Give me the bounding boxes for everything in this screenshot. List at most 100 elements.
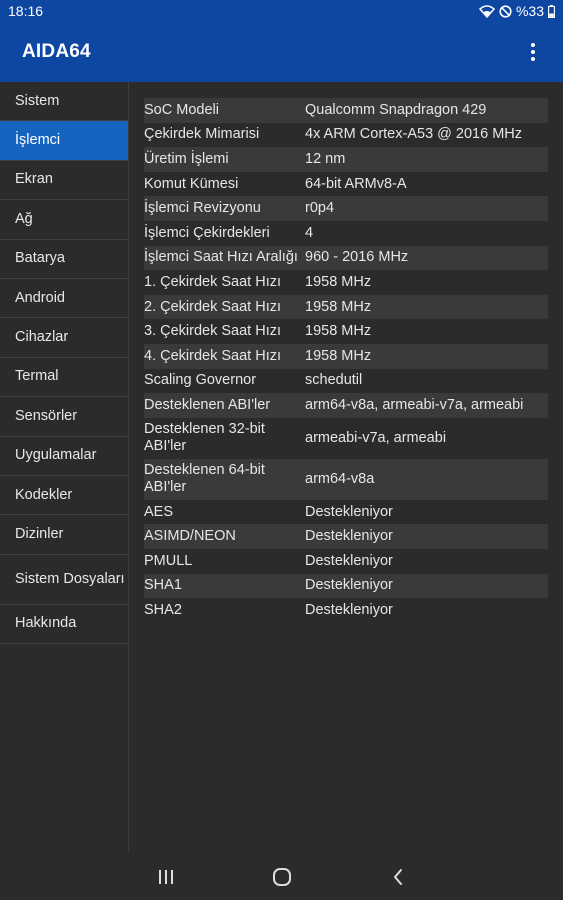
sidebar-item[interactable]: Sensörler — [0, 397, 128, 437]
recents-icon[interactable] — [154, 865, 178, 889]
property-value: 1958 MHz — [305, 298, 372, 315]
property-value: Destekleniyor — [305, 552, 393, 569]
property-row: Desteklenen 32-bit ABI'ler armeabi-v7a, a… — [144, 418, 548, 459]
property-value: arm64-v8a — [305, 470, 375, 487]
sidebar-item-label: Termal — [15, 368, 59, 385]
sidebar-item[interactable]: İşlemci — [0, 121, 128, 161]
property-value: Destekleniyor — [305, 503, 393, 520]
sidebar-item[interactable]: Ekran — [0, 161, 128, 201]
do-not-disturb-icon — [499, 4, 512, 18]
property-key: İşlemci Revizyonu — [144, 200, 261, 217]
property-row: İşlemci Saat Hızı Aralığı 960 - 2016 MHz — [144, 245, 548, 271]
property-key: Desteklenen 32-bit ABI'ler — [144, 421, 265, 455]
property-row: İşlemci Çekirdekleri 4 — [144, 221, 548, 246]
property-value: 1958 MHz — [305, 323, 372, 340]
app-bar: AIDA64 — [0, 22, 563, 82]
sidebar-item[interactable]: Cihazlar — [0, 318, 128, 358]
sidebar-item[interactable]: Uygulamalar — [0, 437, 128, 476]
property-row: 3. Çekirdek Saat Hızı 1958 MHz — [144, 319, 548, 344]
property-row: SoC Modeli Qualcomm Snapdragon 429 — [144, 98, 548, 123]
main-content: SoC Modeli Qualcomm Snapdragon 429 Çekirde… — [130, 82, 563, 853]
app-title: AIDA64 — [22, 41, 91, 62]
property-key: 3. Çekirdek Saat Hızı — [144, 323, 281, 340]
sidebar-item[interactable]: Sistem — [0, 82, 128, 122]
status-icons: %33 — [478, 3, 555, 19]
sidebar-item[interactable]: Sistem Dosyaları — [0, 555, 128, 605]
property-row: SHA2 Destekleniyor — [144, 598, 548, 623]
sidebar-item[interactable]: Hakkında — [0, 605, 128, 645]
property-key: İşlemci Çekirdekleri — [144, 224, 270, 241]
property-value: r0p4 — [305, 200, 335, 217]
sidebar-item[interactable]: Android — [0, 279, 128, 319]
sidebar-item[interactable]: Termal — [0, 358, 128, 398]
sidebar-item-label: Ekran — [15, 171, 53, 188]
property-row: 4. Çekirdek Saat Hızı 1958 MHz — [144, 343, 548, 369]
property-value: 64-bit ARMv8-A — [305, 175, 407, 192]
property-key: PMULL — [144, 552, 193, 569]
property-row: PMULL Destekleniyor — [144, 549, 548, 574]
system-nav-bar — [0, 853, 563, 900]
property-row: SHA1 Destekleniyor — [144, 573, 548, 599]
property-value: schedutil — [305, 372, 363, 389]
sidebar: Sistem İşlemci Ekran Ağ Batarya Android Cihazl… — [0, 82, 129, 853]
property-value: Qualcomm Snapdragon 429 — [305, 101, 487, 118]
property-key: Üretim İşlemi — [144, 150, 229, 167]
property-key: Komut Kümesi — [144, 175, 239, 192]
property-key: Scaling Governor — [144, 372, 257, 389]
sidebar-item-label: Sistem — [15, 92, 60, 109]
sidebar-item-label: Sensörler — [15, 407, 78, 424]
property-value: 1958 MHz — [305, 273, 372, 290]
sidebar-item-label: Cihazlar — [15, 329, 69, 346]
property-row: ASIMD/NEON Destekleniyor — [144, 524, 548, 549]
property-row: Komut Kümesi 64-bit ARMv8-A — [144, 172, 548, 197]
property-key: ASIMD/NEON — [144, 528, 236, 545]
properties-table: SoC Modeli Qualcomm Snapdragon 429 Çekirde… — [144, 98, 548, 623]
property-key: SHA2 — [144, 601, 182, 618]
status-bar: 18:16 %33 — [0, 0, 563, 22]
sidebar-item-label: İşlemci — [15, 132, 61, 149]
property-key: SHA1 — [144, 577, 182, 594]
property-key: İşlemci Saat Hızı Aralığı — [144, 249, 298, 266]
property-row: İşlemci Revizyonu r0p4 — [144, 196, 548, 221]
battery-level: %33 — [515, 3, 544, 19]
battery-icon — [548, 4, 555, 18]
property-key: Çekirdek Mimarisi — [144, 126, 260, 143]
property-key: 1. Çekirdek Saat Hızı — [144, 273, 281, 290]
sidebar-item-label: Batarya — [15, 250, 65, 267]
property-row: Çekirdek Mimarisi 4x ARM Cortex-A53 @ 201… — [144, 123, 548, 148]
sidebar-item-label: Android — [15, 289, 65, 306]
property-value: 12 nm — [305, 150, 346, 167]
more-vert-icon[interactable] — [521, 40, 545, 64]
property-value: arm64-v8a, armeabi-v7a, armeabi — [305, 396, 524, 413]
property-value: 4x ARM Cortex-A53 @ 2016 MHz — [305, 126, 522, 143]
property-key: 4. Çekirdek Saat Hızı — [144, 347, 281, 364]
property-value: Destekleniyor — [305, 601, 393, 618]
property-key: Desteklenen 64-bit ABI'ler — [144, 462, 265, 496]
property-row: AES Destekleniyor — [144, 500, 548, 525]
sidebar-item-label: Hakkında — [15, 615, 77, 632]
home-icon[interactable] — [270, 865, 294, 889]
property-row: Scaling Governor schedutil — [144, 369, 548, 394]
wifi-icon — [478, 4, 495, 18]
sidebar-item-label: Kodekler — [15, 486, 73, 503]
property-row: 1. Çekirdek Saat Hızı 1958 MHz — [144, 270, 548, 295]
sidebar-item[interactable]: Dizinler — [0, 515, 128, 555]
property-key: Desteklenen ABI'ler — [144, 396, 271, 413]
sidebar-item[interactable]: Kodekler — [0, 476, 128, 516]
sidebar-item-label: Dizinler — [15, 525, 64, 542]
sidebar-item[interactable]: Batarya — [0, 240, 128, 279]
status-time: 18:16 — [8, 3, 44, 19]
property-row: Desteklenen 64-bit ABI'ler arm64-v8a — [144, 458, 548, 500]
property-key: AES — [144, 503, 174, 520]
property-value: 4 — [305, 224, 314, 241]
property-value: Destekleniyor — [305, 577, 393, 594]
property-key: 2. Çekirdek Saat Hızı — [144, 298, 281, 315]
property-value: Destekleniyor — [305, 528, 393, 545]
property-value: armeabi-v7a, armeabi — [305, 429, 447, 446]
sidebar-item-label: Ağ — [15, 210, 33, 227]
sidebar-item-label: Uygulamalar — [15, 447, 97, 464]
property-value: 1958 MHz — [305, 347, 372, 364]
back-icon[interactable] — [386, 865, 410, 889]
sidebar-item[interactable]: Ağ — [0, 200, 128, 240]
property-row: 2. Çekirdek Saat Hızı 1958 MHz — [144, 294, 548, 320]
